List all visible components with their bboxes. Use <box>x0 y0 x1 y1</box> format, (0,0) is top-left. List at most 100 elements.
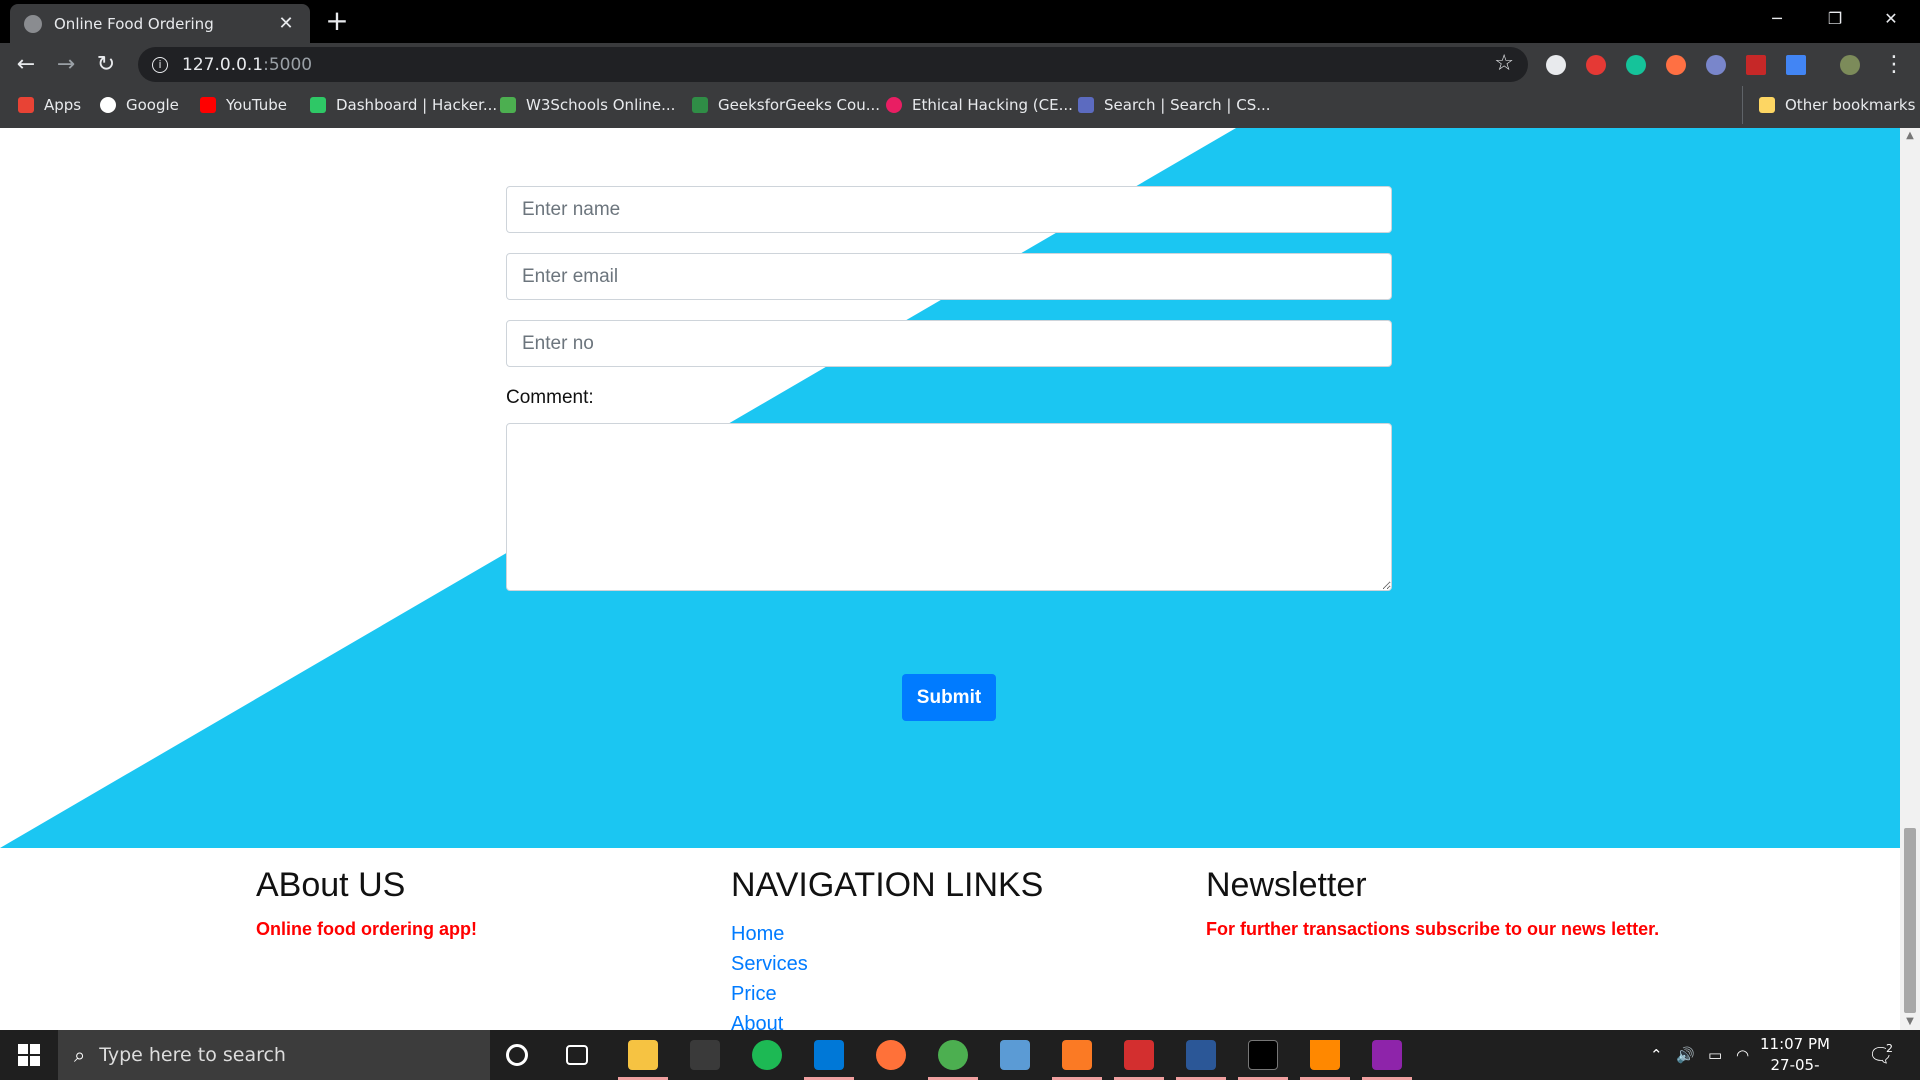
extension-block-icon[interactable] <box>1586 55 1606 75</box>
google-icon <box>100 97 116 113</box>
winrar-icon[interactable] <box>1372 1040 1402 1070</box>
volume-icon[interactable]: 🔊 <box>1676 1030 1695 1080</box>
close-window-button[interactable]: ✕ <box>1862 0 1920 40</box>
apps-grid-icon <box>18 97 34 113</box>
bookmark-label: Search | Search | CS... <box>1104 96 1271 114</box>
bookmark-w3schools[interactable]: W3Schools Online... <box>500 86 675 124</box>
bookmark-google[interactable]: Google <box>100 86 179 124</box>
site-info-icon[interactable]: i <box>152 56 168 73</box>
virtualbox-icon[interactable] <box>1000 1040 1030 1070</box>
scrollbar-thumb[interactable] <box>1904 828 1916 1013</box>
extension-glasses-icon[interactable] <box>1706 55 1726 75</box>
battery-icon[interactable]: ▭ <box>1708 1030 1722 1080</box>
firefox-icon[interactable] <box>876 1040 906 1070</box>
bookmark-label: Google <box>126 96 179 114</box>
footer-link-about[interactable]: About <box>731 1009 1043 1030</box>
extension-grammarly-icon[interactable] <box>1626 55 1646 75</box>
notifications-icon[interactable]: 🗨 <box>1868 1030 1893 1080</box>
mysql-icon[interactable] <box>1186 1040 1216 1070</box>
extension-book-icon[interactable] <box>1746 55 1766 75</box>
terminal-icon[interactable] <box>1248 1040 1278 1070</box>
reload-icon[interactable]: ↻ <box>90 49 122 81</box>
submit-button[interactable]: Submit <box>902 674 996 721</box>
bookmark-star-icon[interactable]: ☆ <box>1494 51 1514 76</box>
show-hidden-icons-icon[interactable]: ⌃ <box>1650 1030 1663 1080</box>
acrobat-icon[interactable] <box>1124 1040 1154 1070</box>
phone-input[interactable] <box>506 320 1392 367</box>
bookmark-apps[interactable]: Apps <box>18 86 81 124</box>
footer-newsletter: Newsletter For further transactions subs… <box>1206 866 1659 940</box>
bookmark-label: W3Schools Online... <box>526 96 676 114</box>
url-host: 127.0.0.1 <box>182 54 264 75</box>
email-input[interactable] <box>506 253 1392 300</box>
bookmark-label: Apps <box>44 96 82 114</box>
task-view-icon[interactable] <box>566 1045 588 1065</box>
about-text: Online food ordering app! <box>256 919 477 939</box>
play-icon <box>886 97 902 113</box>
restore-button[interactable]: ❐ <box>1806 0 1864 40</box>
bookmark-label: Ethical Hacking (CE... <box>912 96 1073 114</box>
footer-about: ABout US Online food ordering app! <box>256 866 477 940</box>
cortana-icon[interactable] <box>506 1044 528 1066</box>
windows-logo-icon <box>18 1044 40 1066</box>
bookmark-ethical-hacking[interactable]: Ethical Hacking (CE... <box>886 86 1073 124</box>
comment-label: Comment: <box>506 387 594 408</box>
newsletter-text: For further transactions subscribe to ou… <box>1206 919 1660 939</box>
footer-link-home[interactable]: Home <box>731 919 1043 949</box>
forward-arrow-icon[interactable]: → <box>50 49 82 81</box>
youtube-icon <box>200 97 216 113</box>
scroll-up-arrow-icon[interactable]: ▲ <box>1900 128 1920 144</box>
page-scrollbar[interactable]: ▲ ▼ <box>1900 128 1920 1030</box>
new-tab-button[interactable]: + <box>322 6 352 36</box>
order-form: Comment: Submit <box>506 186 1392 721</box>
browser-tab[interactable]: Online Food Ordering ✕ <box>10 4 310 43</box>
bookmark-geeksforgeeks[interactable]: GeeksforGeeks Cou... <box>692 86 880 124</box>
browser-menu-icon[interactable]: ⋮ <box>1878 49 1910 81</box>
wifi-icon[interactable]: ◠ <box>1736 1030 1749 1080</box>
vscode-icon[interactable] <box>814 1040 844 1070</box>
chrome-icon[interactable] <box>938 1040 968 1070</box>
address-bar[interactable]: i 127.0.0.1:5000 ☆ <box>138 47 1528 82</box>
start-button[interactable] <box>0 1030 58 1080</box>
hackerrank-icon <box>310 97 326 113</box>
newsletter-title: Newsletter <box>1206 866 1367 904</box>
name-input[interactable] <box>506 186 1392 233</box>
spotify-icon[interactable] <box>752 1040 782 1070</box>
profile-avatar[interactable] <box>1840 55 1860 75</box>
footer-link-services[interactable]: Services <box>731 949 1043 979</box>
comment-textarea[interactable] <box>506 423 1392 591</box>
xampp-icon[interactable] <box>1062 1040 1092 1070</box>
tab-close-icon[interactable]: ✕ <box>276 13 296 34</box>
tab-strip: Online Food Ordering ✕ + ─ ❐ ✕ <box>0 0 1920 43</box>
other-bookmarks-label: Other bookmarks <box>1785 96 1916 114</box>
extension-translate-icon[interactable] <box>1786 55 1806 75</box>
clock-date: 27-05-2020 <box>1770 1056 1820 1080</box>
taskbar-search-box[interactable]: ⌕ Type here to search <box>58 1030 490 1080</box>
bookmark-hackerrank[interactable]: Dashboard | Hacker... <box>310 86 497 124</box>
navigation-title: NAVIGATION LINKS <box>731 866 1044 904</box>
site-footer: ABout US Online food ordering app! NAVIG… <box>0 848 1900 1030</box>
bookmark-label: Dashboard | Hacker... <box>336 96 498 114</box>
bookmark-cs-search[interactable]: Search | Search | CS... <box>1078 86 1271 124</box>
minimize-button[interactable]: ─ <box>1748 0 1806 40</box>
vlc-icon[interactable] <box>1310 1040 1340 1070</box>
bookmark-youtube[interactable]: YouTube <box>200 86 287 124</box>
other-bookmarks[interactable]: Other bookmarks <box>1742 86 1915 124</box>
taskbar-clock[interactable]: 11:07 PM 27-05-2020 <box>1752 1034 1838 1080</box>
extension-speed-icon[interactable] <box>1546 55 1566 75</box>
predator-icon[interactable] <box>690 1040 720 1070</box>
search-icon: ⌕ <box>74 1043 86 1067</box>
search-site-icon <box>1078 97 1094 113</box>
clock-time: 11:07 PM <box>1760 1035 1830 1053</box>
footer-navigation: NAVIGATION LINKS Home Services Price Abo… <box>731 866 1043 1030</box>
tab-title: Online Food Ordering <box>54 14 214 33</box>
extension-duckduckgo-icon[interactable] <box>1666 55 1686 75</box>
back-arrow-icon[interactable]: ← <box>10 49 42 81</box>
windows-taskbar: ⌕ Type here to search ⌃ 🔊 ▭ ◠ 11:07 PM 2… <box>0 1030 1920 1080</box>
scroll-down-arrow-icon[interactable]: ▼ <box>1900 1014 1920 1030</box>
browser-toolbar: ← → ↻ i 127.0.0.1:5000 ☆ ⋮ <box>0 43 1920 86</box>
bookmark-label: GeeksforGeeks Cou... <box>718 96 881 114</box>
file-explorer-icon[interactable] <box>628 1040 658 1070</box>
page-viewport: Comment: Submit ABout US Online food ord… <box>0 128 1900 1030</box>
footer-link-price[interactable]: Price <box>731 979 1043 1009</box>
